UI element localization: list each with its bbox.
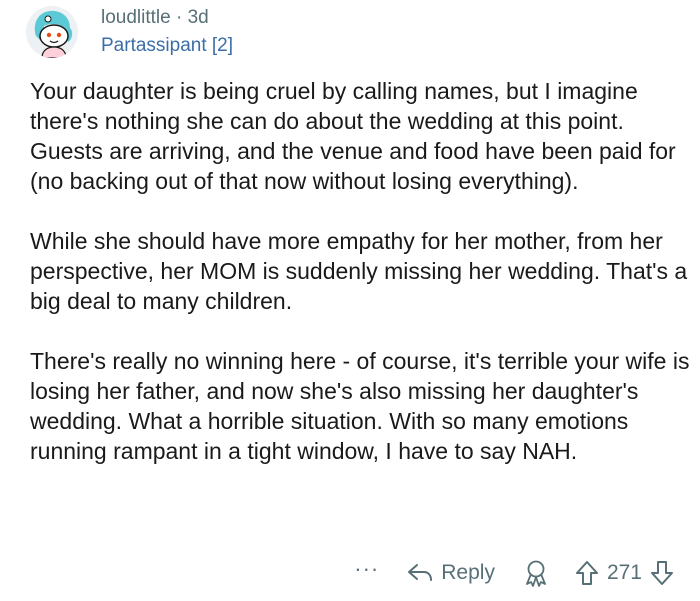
vote-score: 271 [606, 561, 642, 584]
award-button[interactable] [523, 559, 549, 587]
award-icon [526, 560, 546, 587]
avatar[interactable] [26, 6, 78, 58]
comment-age: 3d [187, 7, 209, 28]
comment-body: Your daughter is being cruel by calling … [30, 76, 690, 466]
snoo-avatar-image [26, 6, 78, 58]
user-flair: Partassipant [2] [101, 35, 234, 56]
comment-actions: ··· Reply 271 [354, 556, 674, 590]
username-link[interactable]: loudlittle [101, 7, 171, 28]
upvote-arrow-icon[interactable] [575, 560, 599, 586]
comment-paragraph: While she should have more empathy for h… [30, 228, 688, 314]
comment-paragraph: Your daughter is being cruel by calling … [30, 78, 676, 194]
downvote-arrow-icon[interactable] [650, 560, 674, 586]
reply-button[interactable]: Reply [407, 561, 495, 585]
comment-paragraph: There's really no winning here - of cour… [30, 348, 690, 464]
comment-meta: loudlittle · 3d [101, 7, 209, 29]
meta-separator: · [176, 7, 183, 28]
reply-arrow-icon [408, 564, 433, 581]
reply-label: Reply [441, 561, 495, 584]
more-options-icon[interactable]: ··· [354, 558, 379, 580]
vote-controls: 271 [575, 560, 674, 586]
